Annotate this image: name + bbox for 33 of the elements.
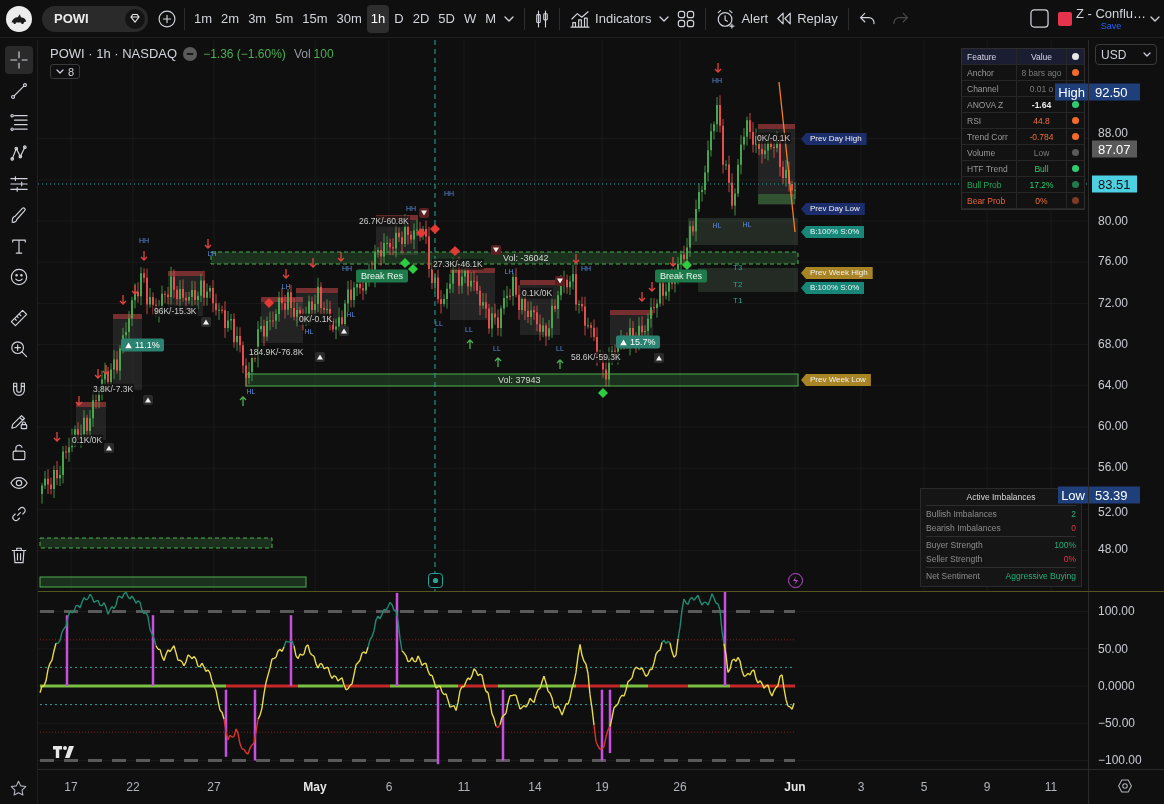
price-tag: 83.51 [1092,175,1137,193]
price-axis-label: 72.00 [1098,297,1129,309]
oscillator-axis-label: −100.00 [1098,754,1142,766]
oscillator-axis-label: 0.0000 [1098,680,1135,692]
price-axis-label: 52.00 [1098,506,1129,518]
price-axis-label: 56.00 [1098,461,1129,473]
price-axis-label: 48.00 [1098,543,1129,555]
price-tag: 53.39 [1089,486,1140,504]
price-tag: 92.50 [1089,83,1140,101]
price-axis-label: 60.00 [1098,420,1129,432]
oscillator-axis-label: 50.00 [1098,643,1129,655]
time-axis-label: 6 [385,781,393,793]
time-axis-label: 5 [920,781,928,793]
price-axis-label: 64.00 [1098,379,1129,391]
oscillator-axis-label: −50.00 [1098,717,1136,729]
time-axis-label: 3 [857,781,865,793]
time-axis-label: 9 [983,781,991,793]
time-axis-label: 17 [64,781,78,793]
price-tag: 87.07 [1092,140,1137,158]
price-axis-label: 76.00 [1098,255,1129,267]
time-axis-label: 14 [528,781,542,793]
price-axis-label: 80.00 [1098,215,1129,227]
time-axis-label: 27 [207,781,221,793]
time-axis-label: 19 [595,781,609,793]
time-axis-label: 11 [1044,781,1058,793]
time-axis-label: May [303,781,327,793]
time-axis-label: 22 [126,781,140,793]
time-axis-label: Jun [784,781,806,793]
price-axis-label: 88.00 [1098,127,1129,139]
oscillator-axis-label: 100.00 [1098,605,1135,617]
price-axis-label: 68.00 [1098,338,1129,350]
time-axis-label: 11 [457,781,471,793]
time-axis-label: 26 [673,781,687,793]
